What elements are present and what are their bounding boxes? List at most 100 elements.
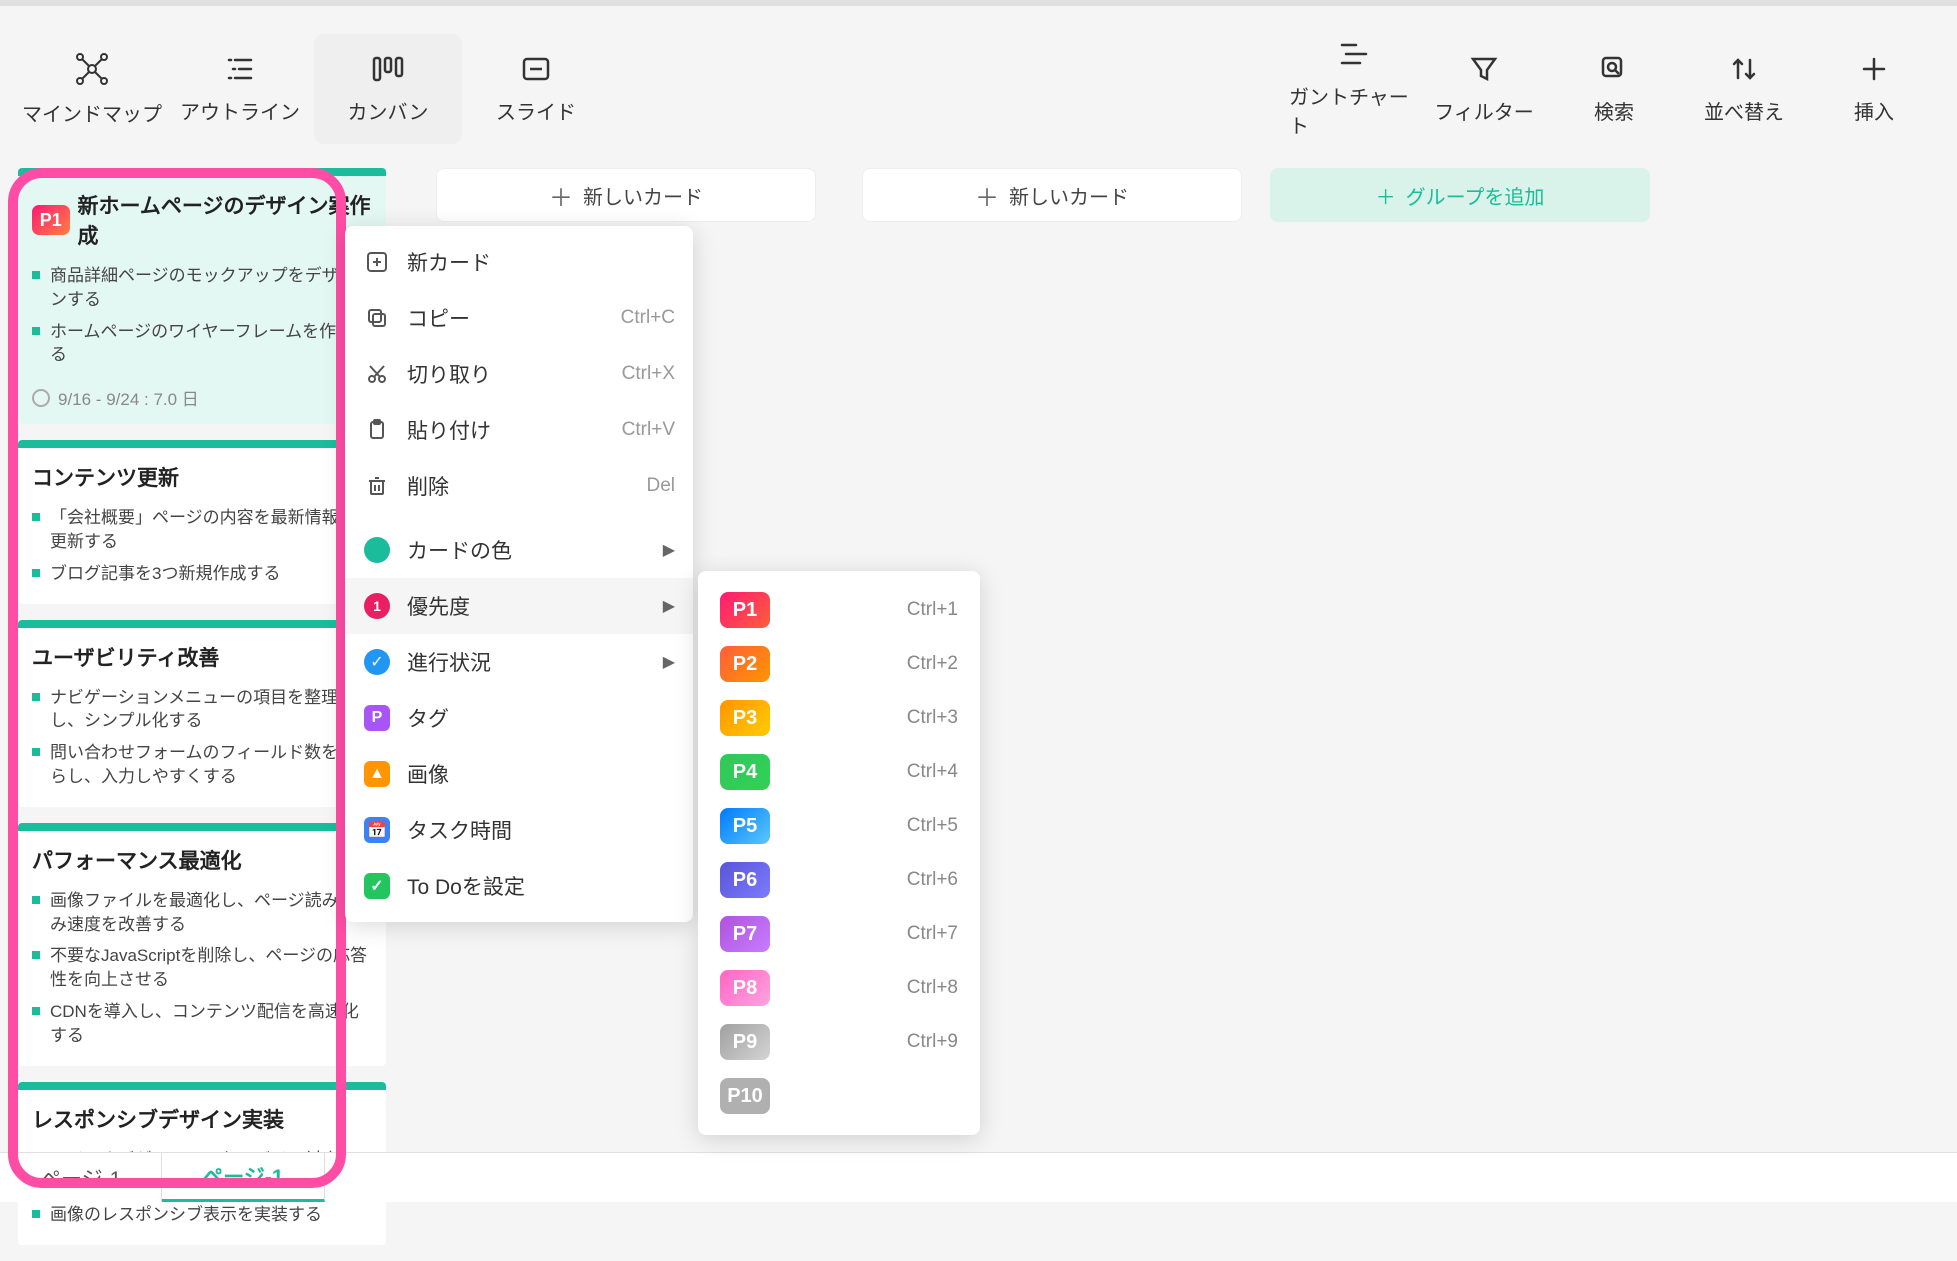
shortcut: Ctrl+4 (907, 761, 958, 783)
kanban-icon (371, 54, 405, 84)
menu-new-card[interactable]: 新カード (345, 234, 693, 290)
tab-slide-label: スライド (496, 96, 576, 125)
tab-outline-label: アウトライン (180, 96, 300, 125)
new-card-button-1[interactable]: ＋ 新しいカード (436, 168, 816, 222)
menu-card-color[interactable]: カードの色 ▶ (345, 522, 693, 578)
menu-todo[interactable]: ✓ To Doを設定 (345, 858, 693, 914)
priority-p7[interactable]: P7Ctrl+7 (698, 907, 980, 961)
tab-kanban-label: カンバン (348, 96, 429, 125)
p1-badge: P1 (720, 592, 770, 628)
task-item: 不要なJavaScriptを削除し、ページの応答性を向上させる (32, 940, 372, 996)
menu-paste[interactable]: 貼り付け Ctrl+V (345, 402, 693, 458)
card-color-strip (18, 168, 386, 176)
p10-badge: P10 (720, 1078, 770, 1114)
menu-label: 優先度 (407, 591, 470, 621)
kanban-card[interactable]: ⋯ P1 新ホームページのデザイン案作成 商品詳細ページのモックアップをデザイン… (18, 168, 386, 424)
clock-icon (32, 389, 50, 407)
kanban-card[interactable]: ユーザビリティ改善 ナビゲーションメニューの項目を整理し、シンプル化する 問い合… (18, 620, 386, 807)
mindmap-icon (75, 52, 109, 86)
tab-mindmap[interactable]: マインドマップ (18, 34, 166, 144)
priority-p9[interactable]: P9Ctrl+9 (698, 1015, 980, 1069)
menu-tag[interactable]: P タグ (345, 690, 693, 746)
menu-delete[interactable]: 削除 Del (345, 458, 693, 514)
priority-p4[interactable]: P4 Ctrl+4 (698, 745, 980, 799)
plus-box-icon (363, 251, 391, 273)
p9-badge: P9 (720, 1024, 770, 1060)
menu-shortcut: Ctrl+C (621, 307, 675, 329)
chevron-right-icon: ▶ (663, 540, 675, 560)
priority-p5[interactable]: P5Ctrl+5 (698, 799, 980, 853)
kanban-card[interactable]: コンテンツ更新 「会社概要」ページの内容を最新情報に更新する ブログ記事を3つ新… (18, 440, 386, 603)
priority-p8[interactable]: P8Ctrl+8 (698, 961, 980, 1015)
card-title: パフォーマンス最適化 (32, 845, 242, 875)
task-item: 商品詳細ページのモックアップをデザインする (32, 260, 372, 316)
tool-gantt[interactable]: ガントチャート (1289, 39, 1419, 139)
card-title: 新ホームページのデザイン案作成 (78, 190, 372, 250)
priority-p6[interactable]: P6Ctrl+6 (698, 853, 980, 907)
tool-filter[interactable]: フィルター (1419, 39, 1549, 139)
card-date: 9/16 - 9/24 : 7.0 日 (32, 385, 372, 410)
priority-p10[interactable]: P10 (698, 1069, 980, 1123)
page-tab-label: ページ-1 (40, 1163, 121, 1193)
task-item: ナビゲーションメニューの項目を整理し、シンプル化する (32, 682, 372, 738)
p2-badge: P2 (720, 646, 770, 682)
card-color-strip (18, 1082, 386, 1090)
tool-insert[interactable]: 挿入 (1809, 39, 1939, 139)
p5-badge: P5 (720, 808, 770, 844)
menu-shortcut: Del (646, 475, 675, 497)
menu-priority[interactable]: 1 優先度 ▶ (345, 578, 693, 634)
tab-kanban[interactable]: カンバン (314, 34, 462, 144)
tool-sort[interactable]: 並べ替え (1679, 39, 1809, 139)
menu-shortcut: Ctrl+V (622, 419, 675, 441)
plus-icon: ＋ (549, 178, 573, 213)
footer-tabs: ページ-1 ページ-1 (0, 1152, 1957, 1202)
sort-icon (1729, 54, 1759, 84)
menu-copy[interactable]: コピー Ctrl+C (345, 290, 693, 346)
plus-icon: ＋ (975, 178, 999, 213)
card-title: コンテンツ更新 (32, 462, 179, 492)
shortcut: Ctrl+8 (907, 977, 958, 999)
gantt-icon (1338, 39, 1370, 69)
add-group-button[interactable]: ＋ グループを追加 (1270, 168, 1650, 222)
menu-label: カードの色 (407, 535, 512, 565)
calendar-icon: 📅 (363, 817, 391, 843)
menu-label: コピー (407, 303, 470, 333)
toolbar-right: ガントチャート フィルター 検索 並べ替え 挿入 (1289, 39, 1939, 139)
tag-icon: P (363, 705, 391, 731)
task-item: 問い合わせフォームのフィールド数を減らし、入力しやすくする (32, 737, 372, 793)
new-card-button-2[interactable]: ＋ 新しいカード (862, 168, 1242, 222)
tab-mindmap-label: マインドマップ (22, 98, 162, 127)
tab-outline[interactable]: アウトライン (166, 34, 314, 144)
menu-task-time[interactable]: 📅 タスク時間 (345, 802, 693, 858)
menu-label: タグ (407, 703, 449, 733)
priority-p3[interactable]: P3Ctrl+3 (698, 691, 980, 745)
kanban-card[interactable]: パフォーマンス最適化 画像ファイルを最適化し、ページ読み込み速度を改善する 不要… (18, 823, 386, 1066)
paste-icon (363, 419, 391, 441)
shortcut: Ctrl+2 (907, 653, 958, 675)
p4-badge: P4 (720, 754, 770, 790)
priority-p2[interactable]: P2 Ctrl+2 (698, 637, 980, 691)
tab-slide[interactable]: スライド (462, 34, 610, 144)
plus-icon: ＋ (1376, 181, 1396, 210)
tool-insert-label: 挿入 (1854, 96, 1894, 125)
menu-cut[interactable]: 切り取り Ctrl+X (345, 346, 693, 402)
toolbar: マインドマップ アウトライン カンバン スライド ガントチャート (0, 6, 1957, 168)
priority-p1[interactable]: P1 Ctrl+1 (698, 583, 980, 637)
context-menu: 新カード コピー Ctrl+C 切り取り Ctrl+X 貼り付け Ctrl+V … (345, 226, 693, 922)
chevron-right-icon: ▶ (663, 596, 675, 616)
page-tab-1[interactable]: ページ-1 (0, 1153, 162, 1202)
slide-icon (520, 54, 552, 84)
outline-icon (225, 54, 255, 84)
image-icon: ▲ (363, 761, 391, 787)
menu-label: 切り取り (407, 359, 491, 389)
search-icon (1599, 54, 1629, 84)
menu-progress[interactable]: ✓ 進行状況 ▶ (345, 634, 693, 690)
kanban-column: ⋯ P1 新ホームページのデザイン案作成 商品詳細ページのモックアップをデザイン… (18, 168, 386, 1261)
tool-gantt-label: ガントチャート (1289, 81, 1419, 139)
tool-sort-label: 並べ替え (1704, 96, 1784, 125)
menu-image[interactable]: ▲ 画像 (345, 746, 693, 802)
page-tab-2[interactable]: ページ-1 (162, 1153, 324, 1202)
shortcut: Ctrl+1 (907, 599, 958, 621)
check-icon: ✓ (363, 873, 391, 899)
tool-search[interactable]: 検索 (1549, 39, 1679, 139)
